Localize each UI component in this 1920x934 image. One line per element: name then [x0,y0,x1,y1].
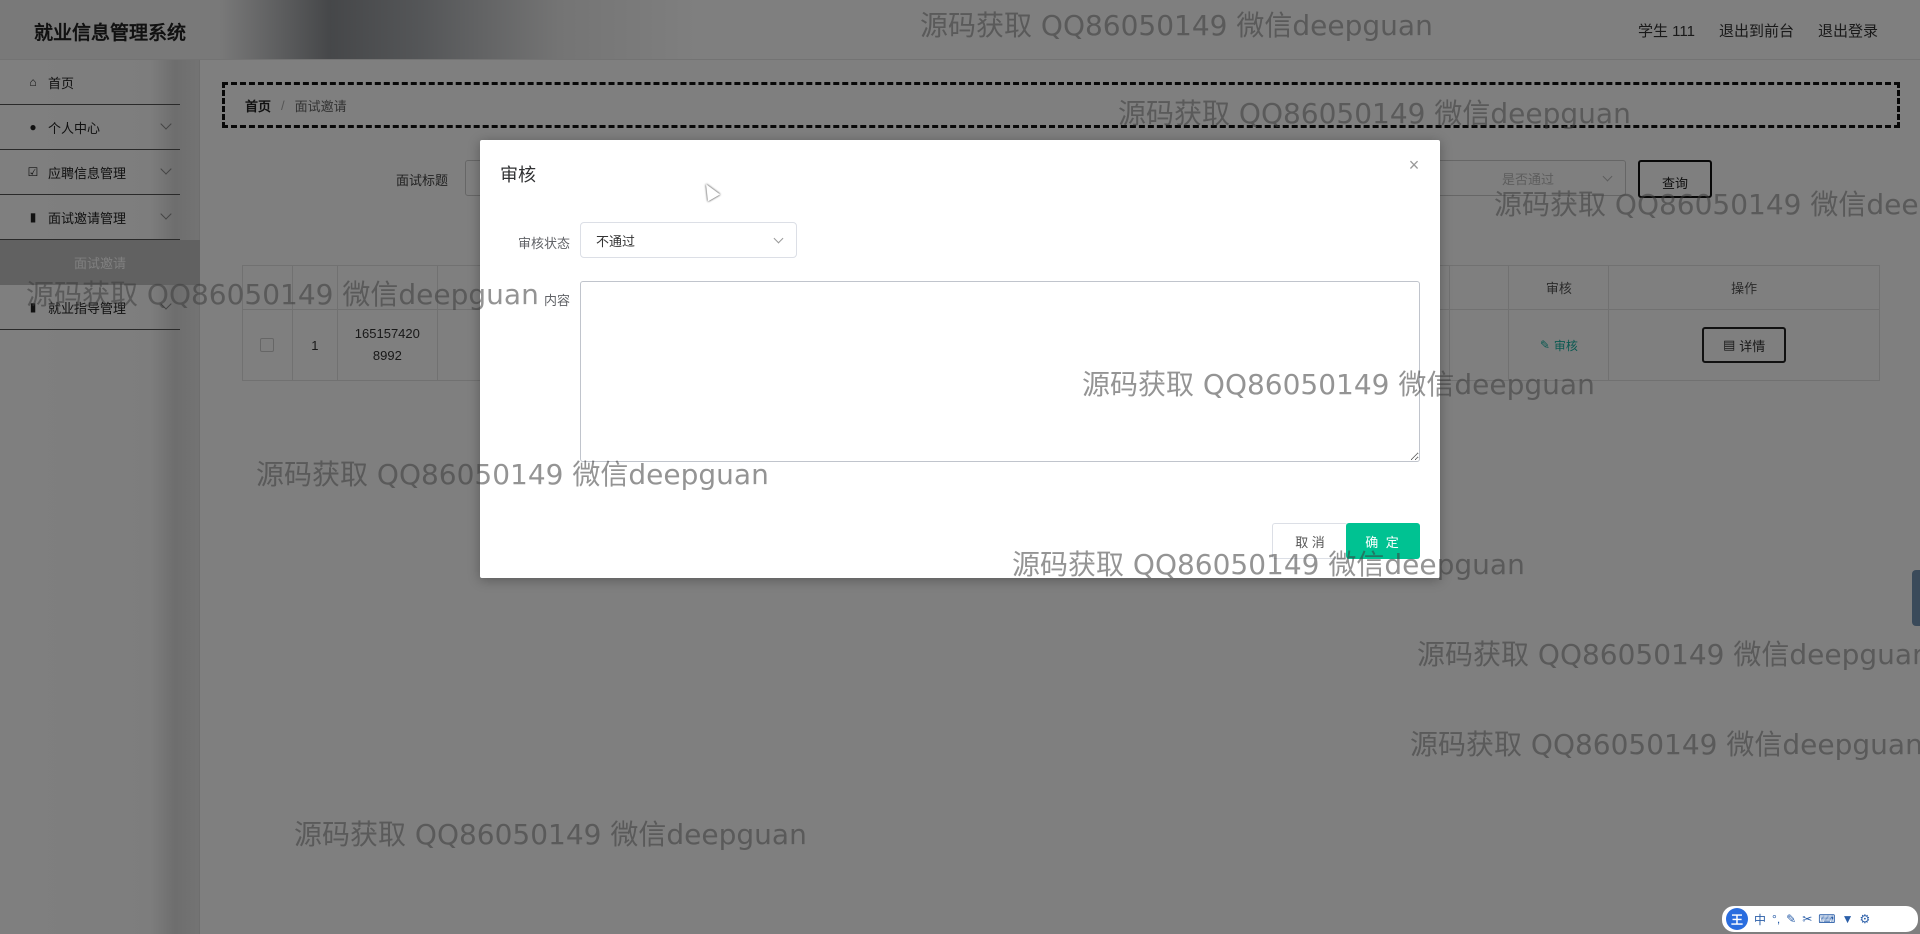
audit-status-select[interactable]: 不通过 [580,222,797,258]
skin-icon[interactable]: ▼ [1842,912,1854,926]
ime-toolbar[interactable]: 王 中 °, ✎ ✂ ⌨ ▼ ⚙ [1722,906,1918,932]
chevron-down-icon [773,233,784,244]
audit-status-label: 审核状态 [517,236,570,251]
close-icon[interactable]: × [1406,156,1422,174]
content-label: 内容 [543,293,570,308]
scissors-icon[interactable]: ✂ [1802,912,1812,926]
punctuation-icon[interactable]: °, [1772,912,1780,926]
ime-mode-toggle[interactable]: 中 [1754,911,1766,928]
keyboard-icon[interactable]: ⌨ [1818,912,1835,926]
cancel-button[interactable]: 取 消 [1272,523,1348,559]
audit-dialog: 审核 × 审核状态 不通过 内容 取 消 确 定 [480,140,1440,578]
side-panel-tab[interactable] [1912,570,1920,626]
audit-status-value: 不通过 [596,233,636,249]
ime-logo-icon: 王 [1726,908,1748,930]
settings-icon[interactable]: ⚙ [1860,912,1871,926]
confirm-button[interactable]: 确 定 [1346,523,1420,559]
dialog-title: 审核 [500,165,536,185]
content-textarea[interactable] [580,281,1420,462]
pen-icon[interactable]: ✎ [1786,912,1796,926]
